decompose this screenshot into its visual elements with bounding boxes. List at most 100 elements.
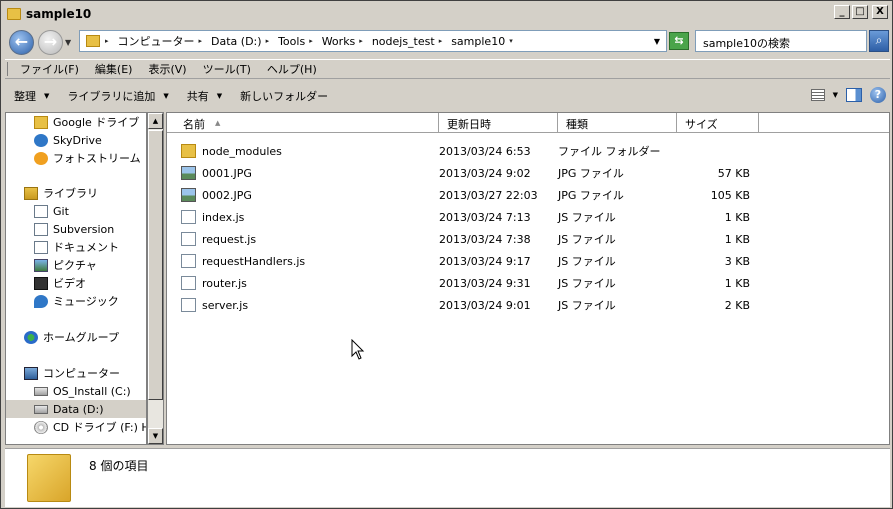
breadcrumb-works[interactable]: Works ▸ bbox=[322, 35, 367, 48]
nav-subversion[interactable]: Subversion bbox=[34, 220, 114, 238]
nav-documents[interactable]: ドキュメント bbox=[34, 238, 119, 256]
menu-bar: ファイル(F) 編集(E) 表示(V) ツール(T) ヘルプ(H) bbox=[5, 59, 890, 79]
view-options-icon[interactable] bbox=[810, 89, 825, 101]
column-size[interactable]: サイズ bbox=[677, 113, 759, 133]
explorer-window: sample10 _ □ X ← → ▼ ▸ コンピューター ▸ Data (D:… bbox=[0, 0, 893, 509]
video-icon bbox=[34, 276, 48, 290]
chevron-down-icon[interactable]: ▼ bbox=[833, 91, 838, 99]
navigation-pane: Google ドライブ SkyDrive フォトストリーム ライブラリ Git … bbox=[5, 112, 147, 445]
js-file-icon bbox=[181, 254, 196, 268]
maximize-button[interactable]: □ bbox=[852, 5, 868, 19]
js-file-icon bbox=[181, 232, 196, 246]
documents-icon bbox=[34, 240, 48, 254]
menu-tools[interactable]: ツール(T) bbox=[195, 61, 259, 77]
menu-edit[interactable]: 編集(E) bbox=[87, 61, 141, 77]
nav-skydrive[interactable]: SkyDrive bbox=[34, 131, 102, 149]
file-row[interactable]: index.js 2013/03/24 7:13 JS ファイル 1 KB bbox=[181, 206, 881, 228]
nav-git[interactable]: Git bbox=[34, 202, 69, 220]
nav-google-drive[interactable]: Google ドライブ bbox=[34, 113, 139, 131]
organize-button[interactable]: 整理 ▼ bbox=[5, 88, 58, 104]
cloud-icon bbox=[34, 133, 48, 147]
drive-icon bbox=[34, 386, 48, 396]
folder-icon bbox=[181, 144, 196, 158]
file-row[interactable]: server.js 2013/03/24 9:01 JS ファイル 2 KB bbox=[181, 294, 881, 316]
menu-grip bbox=[7, 62, 8, 76]
breadcrumb-data-drive[interactable]: Data (D:) ▸ bbox=[211, 35, 273, 48]
js-file-icon bbox=[181, 276, 196, 290]
command-bar: 整理 ▼ ライブラリに追加 ▼ 共有 ▼ 新しいフォルダー ▼ ? bbox=[5, 83, 890, 109]
minimize-button[interactable]: _ bbox=[834, 5, 850, 19]
scroll-up-button[interactable]: ▲ bbox=[148, 113, 163, 129]
sort-arrow-icon: ▲ bbox=[215, 119, 221, 127]
file-row[interactable]: 0001.JPG 2013/03/24 9:02 JPG ファイル 57 KB bbox=[181, 162, 881, 184]
file-row[interactable]: 0002.JPG 2013/03/27 22:03 JPG ファイル 105 KB bbox=[181, 184, 881, 206]
pictures-icon bbox=[34, 258, 48, 272]
library-icon bbox=[24, 186, 38, 200]
folder-icon bbox=[34, 115, 48, 129]
address-dropdown-icon[interactable]: ▼ bbox=[654, 37, 660, 46]
nav-drive-f[interactable]: CD ドライブ (F:) HD bbox=[34, 418, 146, 436]
homegroup-icon bbox=[24, 330, 38, 344]
details-pane: 8 個の項目 bbox=[5, 448, 890, 507]
file-row[interactable]: router.js 2013/03/24 9:31 JS ファイル 1 KB bbox=[181, 272, 881, 294]
breadcrumb-sample10[interactable]: sample10 ▾ bbox=[451, 35, 517, 48]
new-folder-button[interactable]: 新しいフォルダー bbox=[231, 88, 337, 104]
music-icon bbox=[34, 294, 48, 308]
folder-icon bbox=[7, 7, 21, 20]
nav-photostream[interactable]: フォトストリーム bbox=[34, 149, 141, 167]
close-button[interactable]: X bbox=[872, 5, 888, 19]
jpg-file-icon bbox=[181, 166, 196, 180]
js-file-icon bbox=[181, 298, 196, 312]
nav-computer[interactable]: コンピューター bbox=[24, 364, 120, 382]
breadcrumb-root[interactable]: ▸ bbox=[105, 37, 113, 45]
nav-scrollbar[interactable]: ▲ ▼ bbox=[147, 112, 164, 445]
column-type[interactable]: 種類 bbox=[558, 113, 677, 133]
mouse-cursor-icon bbox=[351, 339, 365, 360]
recent-pages-dropdown-icon[interactable]: ▼ bbox=[65, 38, 71, 47]
title-bar: sample10 _ □ X bbox=[3, 3, 890, 24]
file-row[interactable]: requestHandlers.js 2013/03/24 9:17 JS ファイ… bbox=[181, 250, 881, 272]
nav-music[interactable]: ミュージック bbox=[34, 292, 119, 310]
nav-libraries[interactable]: ライブラリ bbox=[24, 184, 98, 202]
column-date[interactable]: 更新日時 bbox=[439, 113, 558, 133]
nav-videos[interactable]: ビデオ bbox=[34, 274, 86, 292]
file-row[interactable]: node_modules 2013/03/24 6:53 ファイル フォルダー bbox=[181, 140, 881, 162]
breadcrumb-tools[interactable]: Tools ▸ bbox=[278, 35, 317, 48]
include-library-button[interactable]: ライブラリに追加 ▼ bbox=[58, 88, 177, 104]
preview-pane-icon[interactable] bbox=[846, 88, 862, 102]
address-row: ← → ▼ ▸ コンピューター ▸ Data (D:) ▸ Tools ▸ Works… bbox=[5, 27, 890, 57]
chevron-down-icon: ▼ bbox=[216, 92, 223, 100]
menu-help[interactable]: ヘルプ(H) bbox=[259, 61, 325, 77]
back-button[interactable]: ← bbox=[9, 30, 34, 55]
item-count: 8 個の項目 bbox=[89, 459, 149, 473]
breadcrumb-computer[interactable]: コンピューター ▸ bbox=[118, 33, 207, 49]
breadcrumb-nodejs-test[interactable]: nodejs_test ▸ bbox=[372, 35, 446, 48]
nav-drive-c[interactable]: OS_Install (C:) bbox=[34, 382, 131, 400]
menu-file[interactable]: ファイル(F) bbox=[12, 61, 87, 77]
cd-drive-icon bbox=[34, 420, 48, 434]
folder-icon bbox=[27, 454, 71, 502]
help-icon[interactable]: ? bbox=[870, 87, 886, 103]
subversion-library-icon bbox=[34, 222, 48, 236]
search-input[interactable]: sample10の検索 bbox=[695, 30, 867, 52]
scroll-thumb[interactable] bbox=[148, 130, 163, 400]
git-library-icon bbox=[34, 204, 48, 218]
menu-view[interactable]: 表示(V) bbox=[140, 61, 194, 77]
forward-button[interactable]: → bbox=[38, 30, 63, 55]
drive-icon bbox=[34, 404, 48, 414]
nav-drive-d[interactable]: Data (D:) bbox=[6, 400, 146, 418]
window-title: sample10 bbox=[26, 6, 92, 21]
scroll-down-button[interactable]: ▼ bbox=[148, 428, 163, 444]
folder-icon bbox=[86, 35, 100, 47]
nav-homegroup[interactable]: ホームグループ bbox=[24, 328, 119, 346]
share-button[interactable]: 共有 ▼ bbox=[178, 88, 231, 104]
column-name[interactable]: 名前 ▲ bbox=[167, 113, 439, 133]
chevron-down-icon: ▼ bbox=[163, 92, 169, 100]
refresh-button[interactable]: ⇆ bbox=[669, 32, 689, 50]
file-row[interactable]: request.js 2013/03/24 7:38 JS ファイル 1 KB bbox=[181, 228, 881, 250]
photostream-icon bbox=[34, 151, 48, 165]
search-icon[interactable]: ⌕ bbox=[869, 30, 889, 52]
file-list: 名前 ▲ 更新日時 種類 サイズ node_modules 2013/03/24 … bbox=[166, 112, 890, 445]
nav-pictures[interactable]: ピクチャ bbox=[34, 256, 97, 274]
address-bar[interactable]: ▸ コンピューター ▸ Data (D:) ▸ Tools ▸ Works ▸ node… bbox=[79, 30, 667, 52]
